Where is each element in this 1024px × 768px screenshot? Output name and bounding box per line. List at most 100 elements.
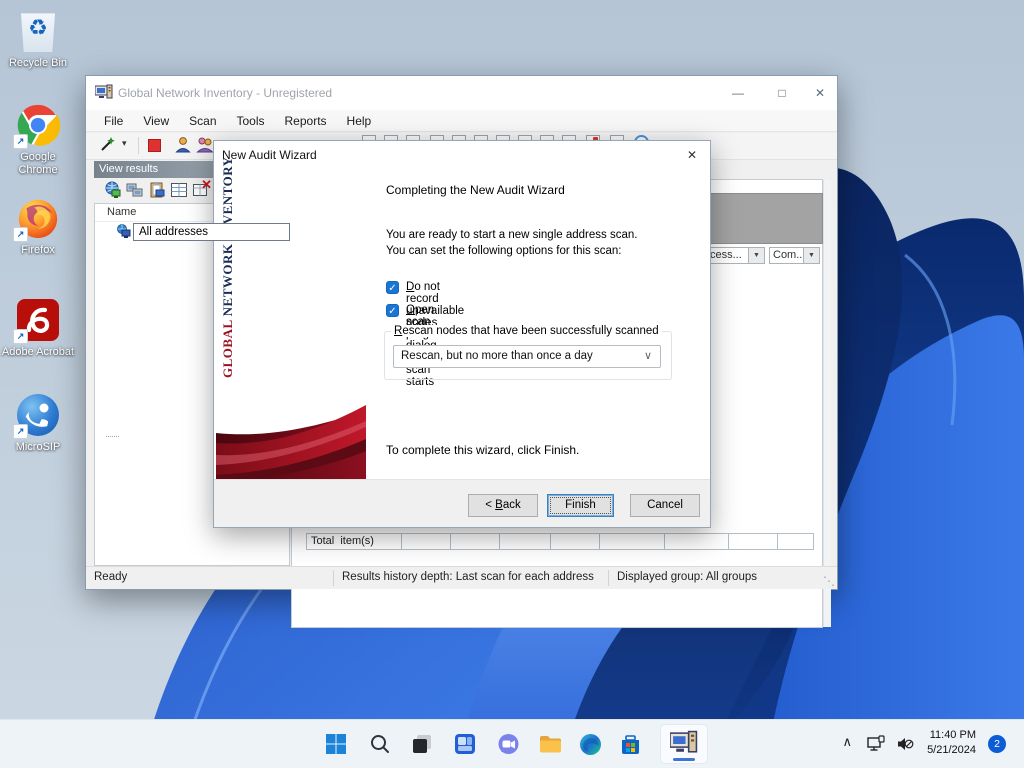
chrome-icon: ↗ [15, 102, 61, 148]
app-icon [95, 84, 113, 102]
grid-view-icon[interactable] [170, 181, 188, 199]
wizard-heading: Completing the New Audit Wizard [386, 183, 565, 197]
menu-file[interactable]: File [94, 112, 133, 130]
microsoft-store-button[interactable] [616, 730, 644, 758]
back-button[interactable]: < Back [468, 494, 538, 517]
desktop-icon-microsip[interactable]: ↗ MicroSIP [0, 392, 76, 454]
stop-scan-icon[interactable] [148, 139, 161, 152]
resize-grip[interactable]: ⋱ [823, 574, 835, 588]
users-icon[interactable] [196, 136, 214, 154]
totals-cell [450, 533, 500, 550]
desktop-icon-google-chrome[interactable]: ↗ Google Chrome [0, 102, 76, 177]
wizard-dropdown-caret[interactable]: ▾ [122, 138, 127, 149]
finish-button[interactable]: Finish [547, 494, 614, 517]
chat-button[interactable] [494, 730, 522, 758]
desktop-icon-label: Recycle Bin [0, 57, 76, 70]
file-explorer-button[interactable] [536, 730, 564, 758]
clipboard-icon[interactable] [148, 181, 166, 199]
gni-app-icon [670, 730, 698, 758]
notification-badge[interactable]: 2 [988, 735, 1006, 753]
brand-vertical-text: GLOBAL NETWORK INVENTORY [220, 179, 236, 378]
recycle-bin-icon: ♻ [15, 8, 61, 54]
dialog-close-icon[interactable]: ✕ [683, 146, 701, 164]
scan-wizard-icon[interactable] [98, 136, 116, 154]
cancel-button[interactable]: Cancel [630, 494, 700, 517]
column-filter-com[interactable]: Com... ▼ [769, 247, 820, 264]
close-button[interactable]: ✕ [809, 82, 831, 104]
totals-cell [777, 533, 814, 550]
scan-address-icon[interactable] [104, 181, 122, 199]
totals-cell [728, 533, 778, 550]
wizard-intro-line2: You can set the following options for th… [386, 245, 621, 257]
dialog-button-bar: < Back Finish Cancel [214, 479, 710, 527]
taskbar-gni-app-button[interactable] [660, 724, 708, 764]
column-filter-process[interactable]: cess... ▼ [706, 247, 765, 264]
rescan-group-box: Rescan nodes that have been successfully… [384, 331, 672, 380]
address-node-icon [117, 224, 131, 239]
menu-reports[interactable]: Reports [275, 112, 337, 130]
totals-row: Total item(s) [306, 533, 822, 552]
dialog-title: New Audit Wizard [222, 148, 317, 162]
vertical-scrollbar[interactable] [823, 180, 831, 627]
desktop: ♻ Recycle Bin ↗ Google Chrome [0, 0, 1024, 768]
desktop-icon-label: MicroSIP [0, 441, 76, 454]
widgets-button[interactable] [451, 730, 479, 758]
delete-results-icon[interactable]: ✕ [192, 181, 210, 199]
computers-icon[interactable] [126, 181, 144, 199]
search-icon [369, 733, 391, 755]
wizard-note: To complete this wizard, click Finish. [386, 443, 579, 457]
shortcut-arrow-icon: ↗ [13, 424, 28, 439]
menu-help[interactable]: Help [337, 112, 382, 130]
adobe-acrobat-icon: ↗ [15, 297, 61, 343]
desktop-icon-label: Adobe Acrobat [0, 346, 76, 359]
checkbox-checked-icon[interactable]: ✓ [386, 304, 399, 317]
store-icon [618, 732, 643, 757]
status-history-depth: Results history depth: Last scan for eac… [342, 571, 594, 583]
maximize-button[interactable]: □ [771, 82, 793, 104]
rescan-dropdown[interactable]: Rescan, but no more than once a day ∨ [393, 345, 661, 368]
chevron-down-icon[interactable]: ∨ [644, 346, 652, 367]
start-button[interactable] [322, 730, 350, 758]
wizard-intro-line1: You are ready to start a new single addr… [386, 229, 637, 241]
shortcut-arrow-icon: ↗ [13, 227, 28, 242]
task-view-button[interactable] [408, 730, 436, 758]
microsip-icon: ↗ [15, 392, 61, 438]
totals-cell [599, 533, 665, 550]
tray-chevron-up-icon[interactable]: ∧ [842, 734, 852, 750]
tree-node-all-addresses[interactable]: All addresses [133, 223, 290, 241]
edge-icon [578, 732, 603, 757]
dropdown-arrow-icon[interactable]: ▼ [803, 248, 819, 263]
totals-cell [550, 533, 600, 550]
menu-scan[interactable]: Scan [179, 112, 226, 130]
totals-cell [499, 533, 551, 550]
dialog-titlebar[interactable]: New Audit Wizard ✕ [214, 141, 710, 169]
checkbox-checked-icon[interactable]: ✓ [386, 281, 399, 294]
dropdown-arrow-icon[interactable]: ▼ [748, 248, 764, 263]
minimize-button[interactable]: — [727, 82, 749, 104]
chat-icon [496, 732, 521, 757]
desktop-icon-label: Firefox [0, 244, 76, 257]
desktop-icon-firefox[interactable]: ↗ Firefox [0, 195, 76, 257]
clock-time: 11:40 PM [927, 728, 976, 743]
volume-muted-icon[interactable] [896, 735, 914, 753]
menu-tools[interactable]: Tools [227, 112, 275, 130]
desktop-icon-adobe-acrobat[interactable]: ↗ Adobe Acrobat [0, 297, 76, 359]
user-icon[interactable] [174, 136, 192, 154]
widgets-icon [453, 732, 477, 756]
window-titlebar[interactable]: Global Network Inventory - Unregistered … [86, 76, 837, 110]
edge-button[interactable] [576, 730, 604, 758]
shortcut-arrow-icon: ↗ [13, 134, 28, 149]
desktop-icon-recycle-bin[interactable]: ♻ Recycle Bin [0, 8, 76, 70]
menu-bar: File View Scan Tools Reports Help [86, 110, 837, 132]
new-audit-wizard-dialog: New Audit Wizard ✕ GLOBAL NETWORK INVENT… [213, 140, 711, 528]
search-button[interactable] [366, 730, 394, 758]
status-ready: Ready [94, 571, 127, 583]
taskbar-clock[interactable]: 11:40 PM 5/21/2024 [927, 728, 976, 758]
taskbar: ∧ 11:40 PM 5/21/2024 2 [0, 719, 1024, 768]
network-tray-icon[interactable] [867, 735, 886, 753]
clock-date: 5/21/2024 [927, 743, 976, 758]
status-bar: Ready Results history depth: Last scan f… [86, 566, 837, 589]
totals-cell [401, 533, 451, 550]
desktop-icon-label: Google Chrome [0, 151, 76, 177]
menu-view[interactable]: View [133, 112, 179, 130]
